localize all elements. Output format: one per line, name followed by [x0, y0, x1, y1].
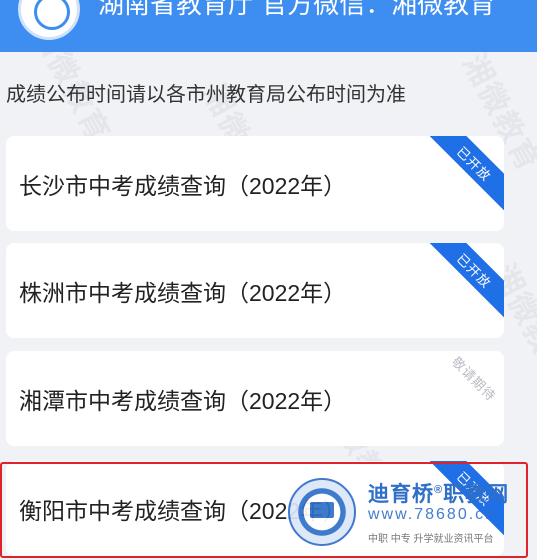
brand-url: www.78680.cn [368, 506, 497, 523]
status-ribbon: 已开放 [424, 243, 504, 321]
query-card-xiangtan[interactable]: 湘潭市中考成绩查询（2022年） 敬请期待 [6, 351, 504, 446]
status-ribbon: 敬请期待 [424, 351, 504, 429]
brand-seal-icon [288, 478, 356, 546]
brand-tagline: 中职 中专 升学就业资讯平台 [368, 534, 494, 545]
brand-name: 迪育桥®职教网 [368, 483, 510, 506]
notice-text: 成绩公布时间请以各市州教育局公布时间为准 [6, 84, 406, 106]
query-card-changsha[interactable]: 长沙市中考成绩查询（2022年） 已开放 [6, 136, 504, 231]
card-label: 株洲市中考成绩查询（2022年） [19, 279, 347, 306]
header-title: 湖南省教育厅 官方微信：湘微教育 [98, 0, 496, 19]
status-ribbon: 已开放 [424, 136, 504, 214]
card-label: 长沙市中考成绩查询（2022年） [19, 172, 347, 199]
app-header: 湖南省教育厅 官方微信：湘微教育 [0, 0, 537, 52]
card-label: 湘潭市中考成绩查询（2022年） [19, 387, 347, 414]
brand-watermark: 迪育桥®职教网 www.78680.cn 中职 中专 升学就业资讯平台 [288, 470, 537, 560]
education-department-logo [18, 0, 80, 40]
query-card-zhuzhou[interactable]: 株洲市中考成绩查询（2022年） 已开放 [6, 243, 504, 338]
